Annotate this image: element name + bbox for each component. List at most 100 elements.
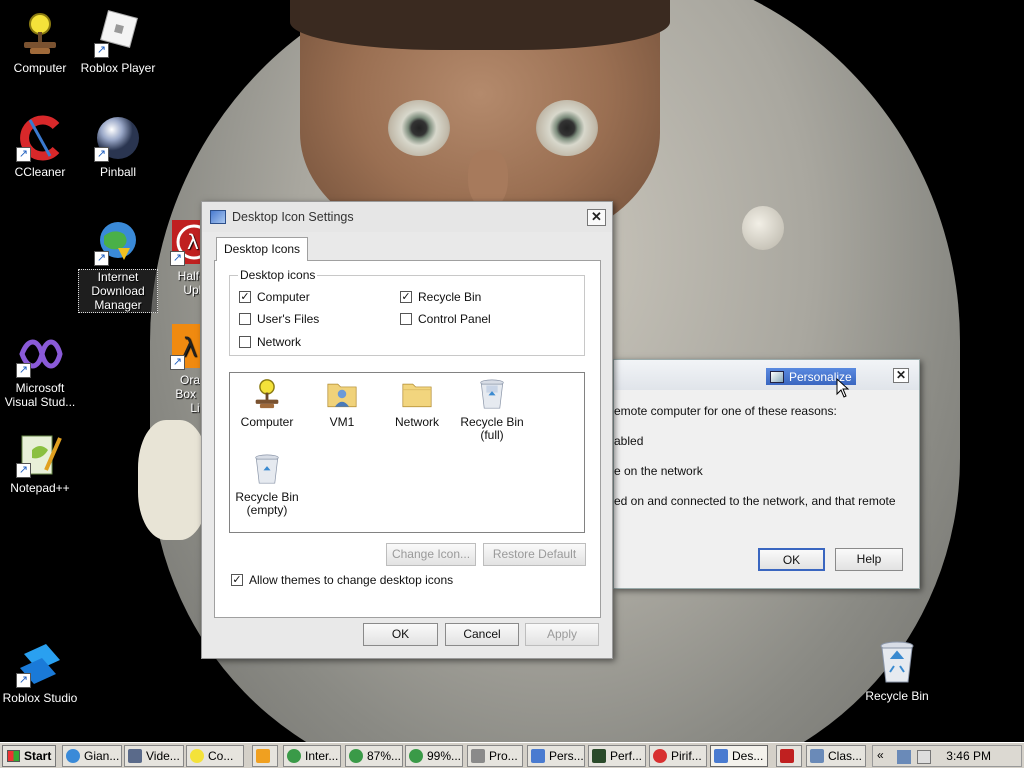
desktop-icon-label: Roblox Studio <box>2 691 78 705</box>
checkbox-label: Recycle Bin <box>418 290 482 304</box>
personalize-error-window[interactable]: Personalize ✕ emote computer for one of … <box>613 359 920 589</box>
list-item-label: Computer <box>240 415 294 429</box>
change-icon-button[interactable]: Change Icon... <box>386 543 476 566</box>
desktop-icons-tab-panel: Desktop icons ✓ Computer ✓ Recycle Bin U… <box>214 260 601 618</box>
apply-button[interactable]: Apply <box>525 623 599 646</box>
program-icon <box>471 749 485 763</box>
network-tray-icon[interactable] <box>897 750 911 764</box>
taskbar-button-label: 99%... <box>427 749 462 763</box>
taskbar-button[interactable]: Gian... <box>62 745 122 767</box>
recycle-bin-full-icon <box>475 377 509 411</box>
clock[interactable]: 3:46 PM <box>946 749 991 763</box>
flag-tray-icon[interactable] <box>917 750 931 764</box>
list-item-recycle-bin-empty[interactable]: Recycle Bin (empty) <box>230 452 304 517</box>
list-item-computer[interactable]: Computer <box>230 377 304 429</box>
mouse-cursor-icon <box>836 378 850 398</box>
half-life-icon: λ ↗ <box>170 218 200 266</box>
checkbox-box[interactable]: ✓ <box>400 291 412 303</box>
taskbar-button[interactable] <box>252 745 278 767</box>
checkbox-allow-themes[interactable]: ✓ Allow themes to change desktop icons <box>231 573 453 587</box>
start-button[interactable]: Start <box>2 745 56 767</box>
desktop-icon-label: Notepad++ <box>10 481 70 495</box>
windows-flag-icon <box>7 750 20 762</box>
desktop-icon-label: CCleaner <box>14 165 66 179</box>
checkbox-box[interactable] <box>400 313 412 325</box>
checkbox-box[interactable] <box>239 336 251 348</box>
taskbar-button-active[interactable]: Des... <box>710 745 768 767</box>
personalize-icon <box>531 749 545 763</box>
groupbox-label: Desktop icons <box>238 268 318 282</box>
error-window-close-button[interactable]: ✕ <box>893 368 909 383</box>
personalize-icon <box>770 370 784 383</box>
ccleaner-icon: ↗ <box>16 114 64 162</box>
icon-list-view[interactable]: Computer VM1 Network Recycle Bin (full) … <box>229 372 585 533</box>
tab-desktop-icons[interactable]: Desktop Icons <box>216 237 309 261</box>
taskbar-button[interactable]: Pro... <box>467 745 523 767</box>
list-item-label: Recycle Bin (empty) <box>235 490 299 517</box>
cancel-button[interactable]: Cancel <box>445 623 519 646</box>
desktop-icon-visual-studio[interactable]: ↗ Microsoft Visual Stud... <box>0 330 80 409</box>
dialog-titlebar[interactable]: Desktop Icon Settings ✕ <box>202 202 612 232</box>
list-item-recycle-bin-full[interactable]: Recycle Bin (full) <box>455 377 529 442</box>
wallpaper-toilet-rim <box>138 420 208 540</box>
taskbar-button[interactable]: Clas... <box>806 745 866 767</box>
check-icon: ✓ <box>401 291 411 303</box>
checkbox-box[interactable]: ✓ <box>231 574 243 586</box>
checkbox-label: Computer <box>257 290 310 304</box>
computer-icon <box>250 377 284 411</box>
list-item-vm1[interactable]: VM1 <box>305 377 379 429</box>
error-ok-button[interactable]: OK <box>758 548 825 571</box>
taskbar-button[interactable]: Inter... <box>283 745 341 767</box>
desktop-icon-roblox-player[interactable]: ↗ Roblox Player <box>78 10 158 75</box>
checkbox-label: User's Files <box>257 312 320 326</box>
taskbar: Start Gian... Vide... Co... Inter... 87%… <box>0 742 1024 768</box>
desktop-icon-roblox-studio[interactable]: ↗ Roblox Studio <box>0 640 80 705</box>
desktop-icon-label: Half-Life Uplink <box>177 269 200 297</box>
system-tray: « 3:46 PM <box>872 745 1022 767</box>
checkbox-computer[interactable]: ✓ Computer <box>239 290 310 304</box>
computer-icon <box>190 749 204 763</box>
wallpaper-left-eye <box>388 100 450 156</box>
restore-default-button[interactable]: Restore Default <box>483 543 586 566</box>
error-help-button[interactable]: Help <box>835 548 903 571</box>
taskbar-button[interactable] <box>776 745 802 767</box>
desktop-icon-half-life-uplink[interactable]: λ ↗ Half-Life Uplink <box>148 218 200 297</box>
folder-icon <box>400 377 434 411</box>
checkbox-label: Network <box>257 335 302 349</box>
taskbar-button[interactable]: 99%... <box>405 745 463 767</box>
checkbox-box[interactable]: ✓ <box>239 291 251 303</box>
checkbox-network[interactable]: Network <box>239 335 301 349</box>
taskbar-button[interactable]: Pirif... <box>649 745 707 767</box>
desktop-icon-computer[interactable]: Computer <box>0 10 80 75</box>
taskbar-button[interactable]: Vide... <box>124 745 184 767</box>
desktop-icon-settings-dialog[interactable]: Desktop Icon Settings ✕ Desktop Icons De… <box>201 201 613 659</box>
desktop-icon-notepad-plus-plus[interactable]: ↗ Notepad++ <box>0 430 80 495</box>
taskbar-button-label: Pirif... <box>671 749 702 763</box>
tray-expand-chevron-icon[interactable]: « <box>877 748 884 762</box>
checkbox-box[interactable] <box>239 313 251 325</box>
ok-button[interactable]: OK <box>363 623 438 646</box>
checkbox-recycle-bin[interactable]: ✓ Recycle Bin <box>400 290 481 304</box>
taskbar-button[interactable]: Pers... <box>527 745 585 767</box>
desktop-icon-internet-download-manager[interactable]: ↗ Internet Download Manager <box>78 218 158 313</box>
dialog-close-button[interactable]: ✕ <box>587 209 606 226</box>
taskbar-button[interactable]: 87%... <box>345 745 403 767</box>
desktop-icon-recycle-bin[interactable]: Recycle Bin <box>857 638 937 703</box>
taskbar-button[interactable]: Perf... <box>588 745 646 767</box>
checkbox-control-panel[interactable]: Control Panel <box>400 312 491 326</box>
taskbar-button-label: Gian... <box>84 749 120 763</box>
taskbar-button-label: Co... <box>208 749 234 763</box>
shortcut-arrow-icon: ↗ <box>94 147 109 162</box>
desktop-icon-orange-box[interactable]: λ ↗ Orange Box Half-Life <box>148 322 200 415</box>
desktop-icon-ccleaner[interactable]: ↗ CCleaner <box>0 114 80 179</box>
taskbar-button-label: Pro... <box>489 749 518 763</box>
visual-studio-icon: ↗ <box>16 330 64 378</box>
desktop-icon-pinball[interactable]: ↗ Pinball <box>78 114 158 179</box>
desktop-icon-label: Recycle Bin <box>865 689 929 703</box>
user-folder-icon <box>325 377 359 411</box>
wallpaper-hair <box>290 0 670 50</box>
checkbox-users-files[interactable]: User's Files <box>239 312 319 326</box>
taskbar-button[interactable]: Co... <box>186 745 244 767</box>
error-window-titlebar[interactable]: Personalize ✕ <box>614 360 919 390</box>
list-item-network[interactable]: Network <box>380 377 454 429</box>
